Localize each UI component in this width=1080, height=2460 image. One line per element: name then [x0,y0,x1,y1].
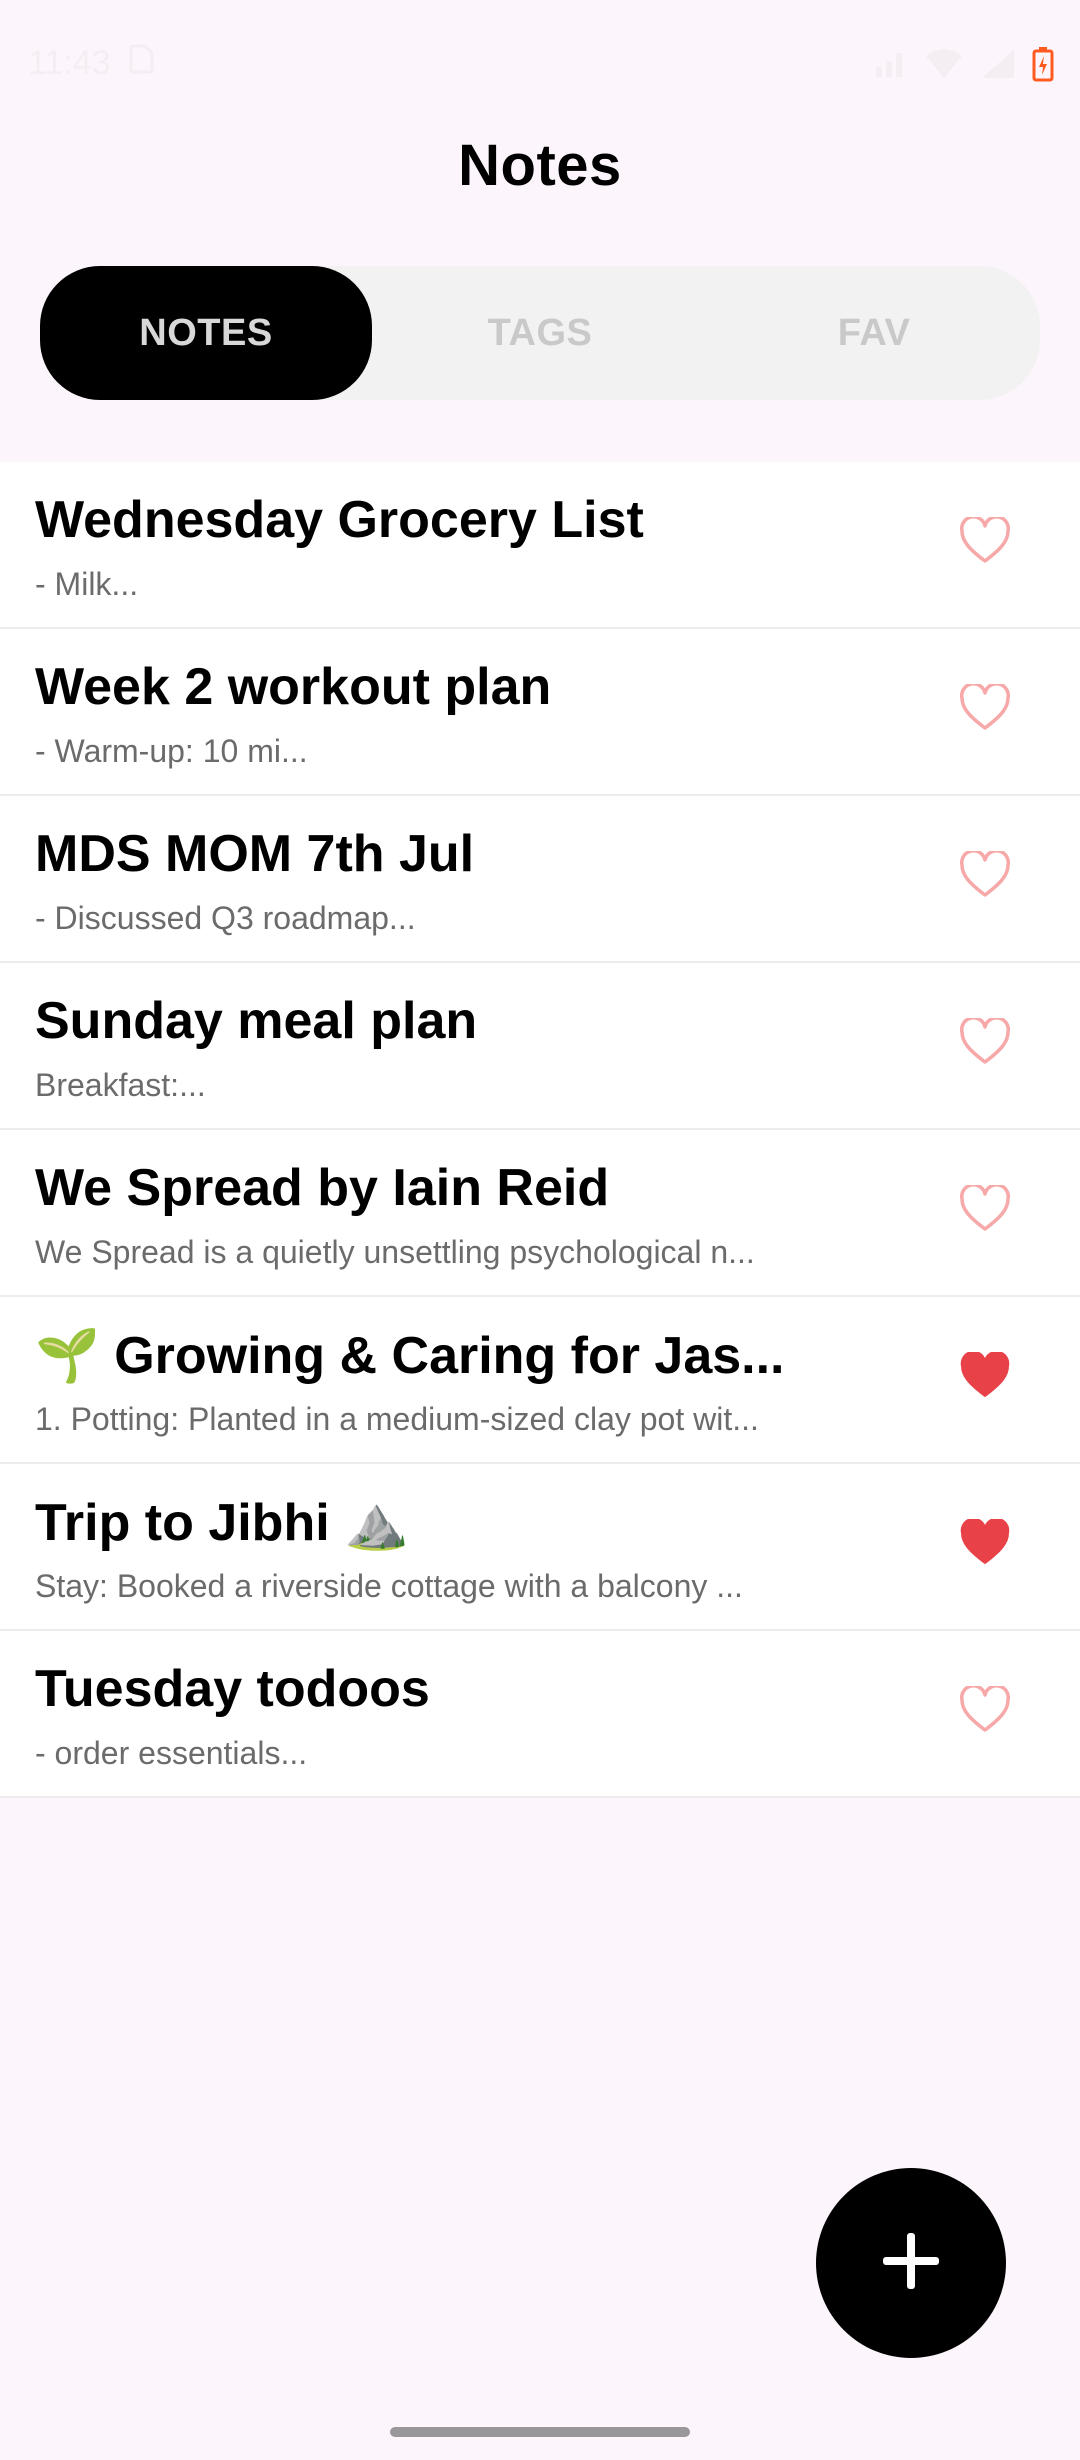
note-list-item[interactable]: Trip to Jibhi ⛰️ Stay: Booked a riverside… [0,1464,1080,1631]
note-title: 🌱 Growing & Caring for Jas... [35,1327,785,1385]
note-preview: Breakfast:... [35,1067,206,1103]
status-bar: 11:43 [0,0,1080,130]
note-title: Sunday meal plan [35,992,478,1050]
tab-tags[interactable]: TAGS [374,266,706,400]
heart-outline-icon [959,1182,1011,1238]
favorite-toggle-button[interactable] [956,1015,1014,1073]
note-list-item[interactable]: Tuesday todoos - order essentials... [0,1631,1080,1798]
note-preview: 1. Potting: Planted in a medium-sized cl… [35,1401,759,1437]
notes-list: Wednesday Grocery List - Milk... Week 2 wo… [0,462,1080,1798]
note-title: MDS MOM 7th Jul [35,825,475,883]
favorite-toggle-button[interactable] [956,848,1014,906]
tab-notes-label: NOTES [139,311,273,354]
heart-filled-icon [959,1517,1011,1572]
note-preview: - Warm-up: 10 mi... [35,733,308,769]
tab-notes[interactable]: NOTES [40,266,372,400]
note-preview: - Discussed Q3 roadmap... [35,900,416,936]
note-list-item[interactable]: Sunday meal plan Breakfast:... [0,963,1080,1130]
favorite-toggle-button[interactable] [956,681,1014,739]
status-left: 11:43 [28,44,155,83]
note-list-item[interactable]: MDS MOM 7th Jul - Discussed Q3 roadmap... [0,796,1080,963]
note-preview: Stay: Booked a riverside cottage with a … [35,1568,743,1604]
heart-outline-icon [959,514,1011,570]
heart-outline-icon [959,848,1011,904]
favorite-toggle-button[interactable] [956,514,1014,572]
heart-filled-icon [959,1350,1011,1405]
plus-icon [879,2229,943,2298]
favorite-toggle-button[interactable] [956,1683,1014,1741]
signal-icon [874,49,908,79]
tab-fav[interactable]: FAV [708,266,1040,400]
note-title: Tuesday todoos [35,1660,430,1718]
note-preview: We Spread is a quietly unsettling psycho… [35,1234,755,1270]
favorite-toggle-button[interactable] [956,1349,1014,1407]
status-right [874,46,1054,82]
tab-tags-label: TAGS [487,311,593,354]
cellular-icon [980,48,1016,80]
status-time: 11:43 [28,44,111,82]
home-indicator[interactable] [390,2427,690,2437]
note-list-item[interactable]: We Spread by Iain Reid We Spread is a qui… [0,1130,1080,1297]
note-title: Wednesday Grocery List [35,491,644,549]
page-title: Notes [458,133,622,198]
note-title: We Spread by Iain Reid [35,1159,610,1217]
note-preview: - Milk... [35,566,139,602]
tab-fav-label: FAV [837,311,911,354]
heart-outline-icon [959,681,1011,737]
heart-outline-icon [959,1015,1011,1071]
tab-switcher: NOTES TAGS FAV [40,266,1040,400]
battery-charging-icon [1032,46,1054,82]
add-note-button[interactable] [816,2168,1006,2358]
note-title: Trip to Jibhi ⛰️ [35,1494,409,1552]
note-title: Week 2 workout plan [35,658,552,716]
sim-card-icon [129,44,155,83]
heart-outline-icon [959,1683,1011,1739]
favorite-toggle-button[interactable] [956,1182,1014,1240]
note-list-item[interactable]: Wednesday Grocery List - Milk... [0,462,1080,629]
note-preview: - order essentials... [35,1735,308,1771]
wifi-icon [924,48,964,80]
note-list-item[interactable]: Week 2 workout plan - Warm-up: 10 mi... [0,629,1080,796]
note-list-item[interactable]: 🌱 Growing & Caring for Jas... 1. Potting:… [0,1297,1080,1464]
favorite-toggle-button[interactable] [956,1516,1014,1574]
